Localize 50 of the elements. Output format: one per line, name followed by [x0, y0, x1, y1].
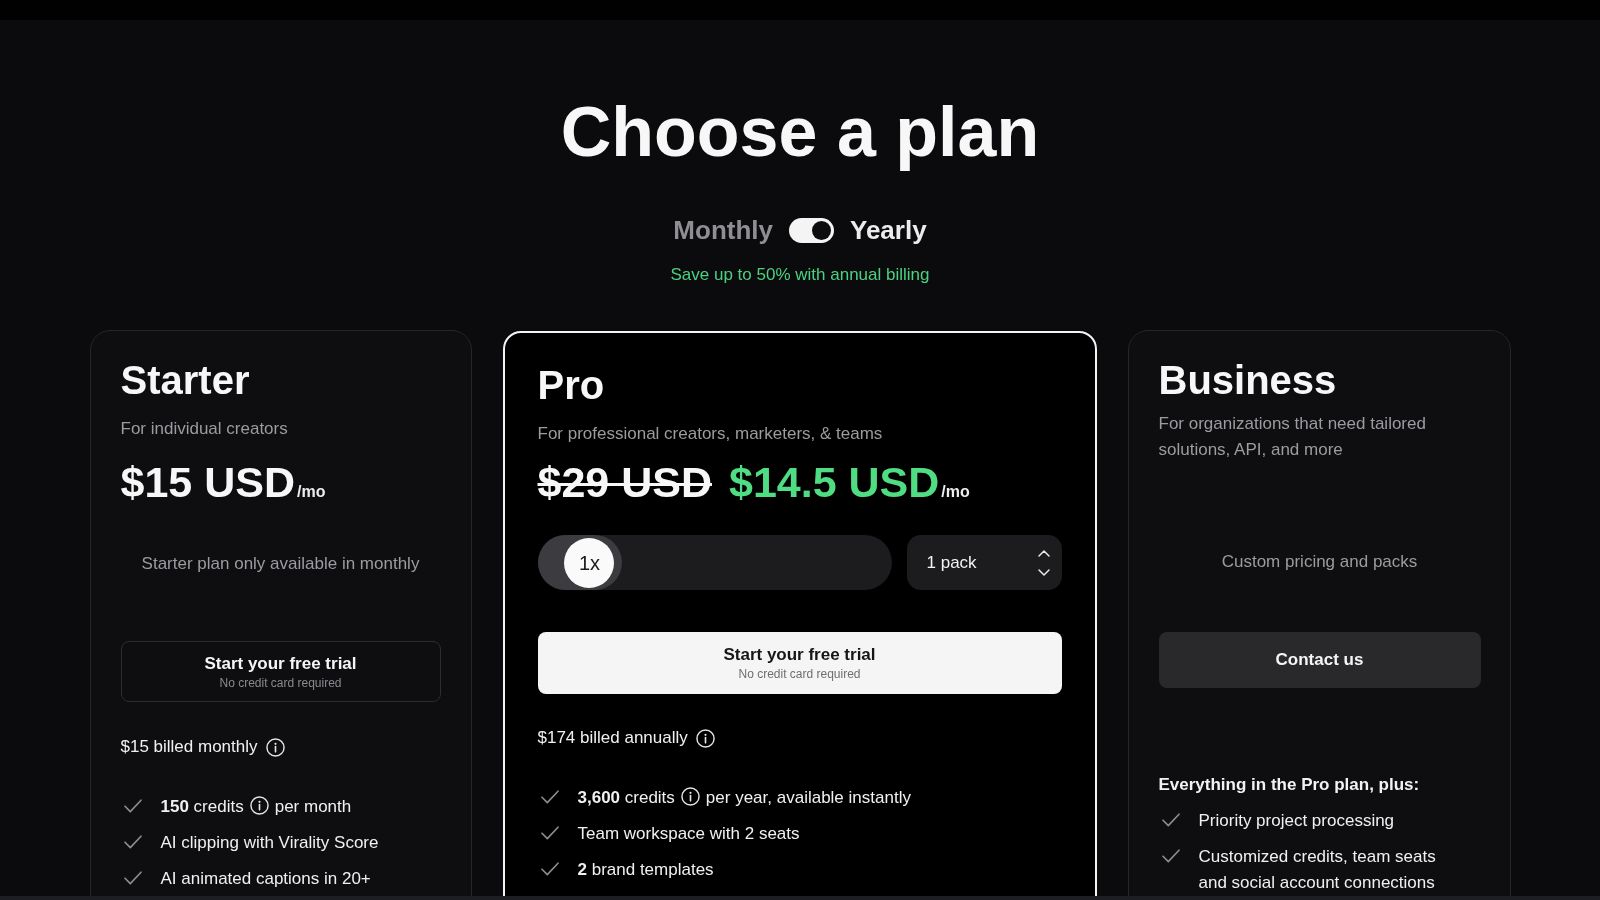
check-icon [123, 835, 142, 849]
plan-title: Pro [537, 362, 606, 409]
feature-text: per month [274, 797, 352, 816]
page-title: Choose a plan [560, 92, 1040, 173]
plan-description: For individual creators [120, 418, 289, 440]
info-icon[interactable] [695, 728, 715, 748]
savings-note: Save up to 50% with annual billing [670, 264, 930, 286]
original-price: $29 USD [537, 457, 712, 508]
pack-select[interactable]: 1 pack [906, 535, 1062, 590]
info-icon[interactable] [680, 787, 700, 806]
price: $14.5 USD [729, 457, 940, 508]
check-icon [123, 799, 142, 813]
toggle-label[interactable]: Monthly [673, 213, 773, 247]
slider-track[interactable]: 1x [537, 535, 892, 590]
plan-title: Business [1158, 357, 1338, 404]
plan-button[interactable]: Start your free trial No credit card required [537, 632, 1062, 694]
check-icon [540, 862, 559, 876]
plan-note: Starter plan only available in monthly [140, 553, 421, 575]
feature-text: Priority project processing [1198, 811, 1395, 830]
check-icon [540, 790, 559, 804]
check-icon [540, 826, 559, 840]
chevron-down-icon[interactable] [1037, 568, 1050, 576]
billing-text: $15 billed monthly [120, 736, 258, 758]
plan-button[interactable]: Contact us [1158, 632, 1481, 688]
info-icon[interactable] [249, 796, 269, 815]
feature-text: AI animated captions in 20+ [160, 869, 371, 888]
plan-description: For organizations that need tailored solutions, API, and more [1158, 413, 1427, 461]
billing-switch[interactable] [789, 217, 834, 243]
plan-button[interactable]: Start your free trial No credit card required [120, 641, 441, 702]
plan-title: Starter [120, 357, 251, 404]
billing-text: $174 billed annually [537, 727, 688, 749]
check-icon [1161, 849, 1180, 863]
feature-text: AI clipping with Virality Score [160, 833, 379, 852]
features-heading: Everything in the Pro plan, plus: [1158, 774, 1421, 796]
price-unit: /mo [941, 482, 970, 502]
feature-text: 3,600 credits [577, 788, 675, 807]
feature-text: 2 brand templates [577, 860, 714, 879]
feature-text: Team workspace with 2 seats [577, 824, 800, 843]
toggle-label[interactable]: Yearly [850, 213, 927, 247]
price-unit: /mo [297, 482, 326, 502]
feature-text: Customized credits, team seats and social account connections [1198, 847, 1436, 892]
check-icon [1161, 813, 1180, 827]
info-icon[interactable] [265, 737, 285, 757]
check-icon [123, 871, 142, 885]
plan-note: Custom pricing and packs [1220, 551, 1419, 573]
plan-description: For professional creators, marketers, & teams [537, 423, 884, 445]
feature-text: per year, available instantly [705, 788, 911, 807]
chevron-up-icon[interactable] [1037, 549, 1050, 557]
feature-text: 150 credits [160, 797, 244, 816]
price: $15 USD [120, 457, 295, 508]
